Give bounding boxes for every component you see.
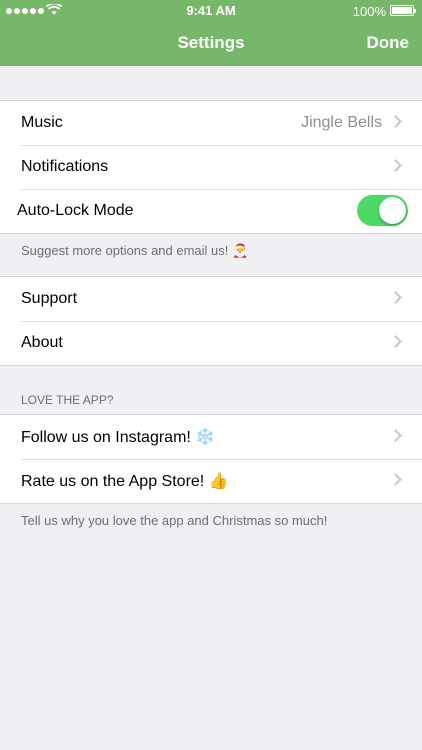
autolock-row: Auto-Lock Mode (0, 189, 422, 233)
status-bar: 9:41 AM 100% (0, 0, 422, 22)
music-label: Music (21, 114, 63, 131)
settings-group-info: Support About (0, 276, 422, 366)
about-label: About (21, 334, 63, 351)
settings-group-general: Music Jingle Bells Notifications Auto-Lo… (0, 100, 422, 234)
section-header-love: LOVE THE APP? (21, 393, 114, 407)
navigation-header: 9:41 AM 100% Settings Done (0, 0, 422, 66)
instagram-row[interactable]: Follow us on Instagram! ❄️ (0, 415, 422, 459)
about-row[interactable]: About (0, 321, 422, 365)
battery-percentage: 100% (352, 4, 386, 19)
support-label: Support (21, 290, 78, 307)
done-button[interactable]: Done (367, 33, 410, 53)
music-row[interactable]: Music Jingle Bells (0, 101, 422, 145)
page-title: Settings (177, 33, 245, 52)
support-row[interactable]: Support (0, 277, 422, 321)
settings-group-social: Follow us on Instagram! ❄️ Rate us on th… (0, 414, 422, 504)
rate-label: Rate us on the App Store! 👍 (21, 473, 229, 490)
group1-footer: Suggest more options and email us! 🎅 (21, 243, 249, 258)
autolock-toggle[interactable] (357, 195, 408, 226)
notifications-label: Notifications (21, 158, 109, 175)
group3-footer: Tell us why you love the app and Christm… (21, 513, 328, 528)
battery-icon (390, 5, 416, 16)
notifications-row[interactable]: Notifications (0, 145, 422, 189)
rate-app-row[interactable]: Rate us on the App Store! 👍 (0, 459, 422, 503)
chevron-right-icon (389, 115, 402, 128)
music-value: Jingle Bells (301, 114, 382, 131)
instagram-label: Follow us on Instagram! ❄️ (21, 429, 216, 446)
toggle-knob (379, 197, 406, 224)
